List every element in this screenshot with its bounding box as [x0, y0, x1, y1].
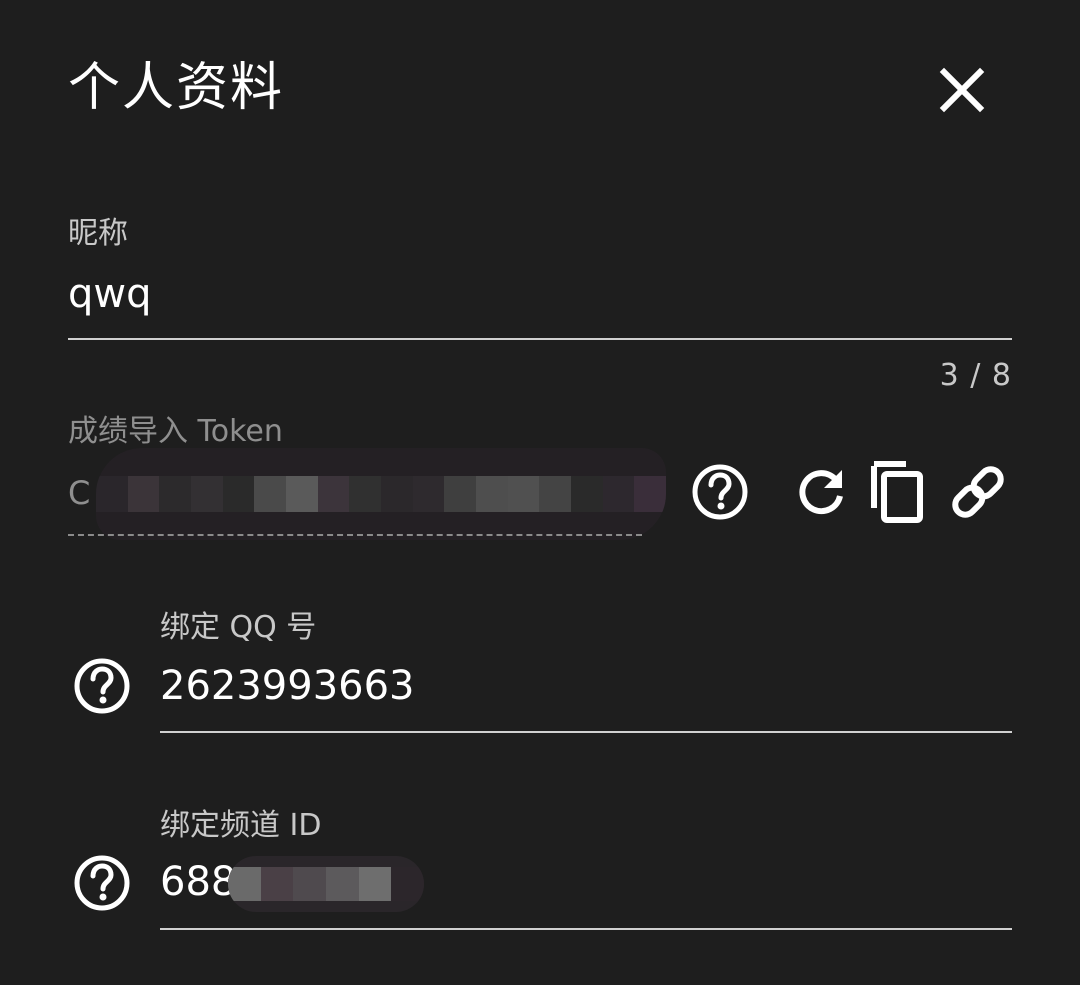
token-redacted-blur — [96, 448, 666, 540]
channel-id-input[interactable]: 688 — [160, 856, 236, 908]
qq-input[interactable]: 2623993663 — [160, 660, 415, 712]
refresh-icon — [799, 470, 843, 515]
token-link-button[interactable] — [946, 460, 1010, 524]
channel-help-button[interactable] — [70, 851, 134, 915]
nickname-underline — [68, 338, 1012, 340]
close-button[interactable] — [932, 60, 992, 120]
nickname-input[interactable]: qwq — [68, 268, 152, 320]
token-underline — [68, 534, 642, 536]
help-circle-icon — [692, 464, 748, 520]
channel-id-redacted-blur — [228, 856, 424, 912]
help-circle-icon — [74, 855, 130, 911]
token-value: C — [68, 474, 91, 512]
close-icon — [939, 67, 985, 113]
qq-underline — [160, 731, 1012, 733]
nickname-char-counter: 3 / 8 — [939, 358, 1012, 393]
profile-dialog: 个人资料 昵称 qwq 3 / 8 成绩导入 Token C 绑定 QQ 号 2… — [0, 0, 1080, 985]
token-label: 成绩导入 Token — [68, 414, 283, 449]
dialog-title: 个人资料 — [68, 58, 285, 118]
token-help-button[interactable] — [688, 460, 752, 524]
copy-icon — [871, 461, 923, 523]
channel-id-underline — [160, 928, 1012, 930]
nickname-label: 昵称 — [68, 216, 128, 251]
token-copy-button[interactable] — [866, 458, 930, 526]
token-refresh-button[interactable] — [790, 460, 854, 524]
qq-help-button[interactable] — [70, 654, 134, 718]
channel-id-label: 绑定频道 ID — [160, 808, 322, 843]
link-icon — [952, 466, 1004, 518]
help-circle-icon — [74, 658, 130, 714]
qq-label: 绑定 QQ 号 — [160, 610, 317, 645]
